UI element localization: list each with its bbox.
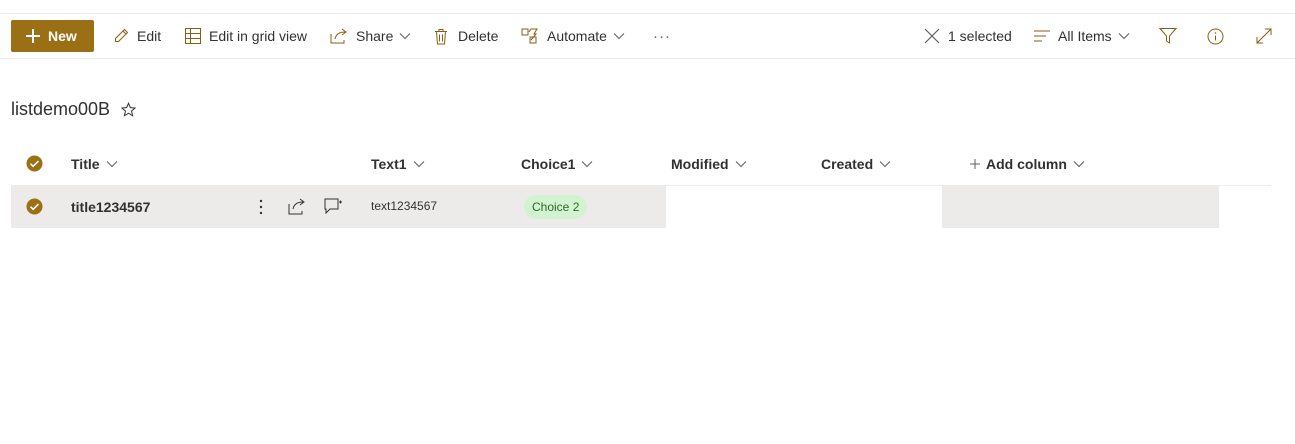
column-header-modified-label: Modified bbox=[671, 155, 729, 172]
share-icon bbox=[330, 28, 347, 44]
edit-button[interactable]: Edit bbox=[113, 14, 161, 58]
plus-icon bbox=[970, 158, 980, 169]
more-options-icon[interactable] bbox=[256, 197, 266, 217]
new-button-label: New bbox=[48, 28, 77, 44]
share-icon[interactable] bbox=[288, 197, 306, 215]
chevron-down-icon bbox=[106, 160, 117, 167]
selected-count-label: 1 selected bbox=[948, 28, 1012, 44]
expand-icon bbox=[1256, 28, 1272, 44]
share-button-label: Share bbox=[356, 28, 394, 44]
view-list-icon bbox=[1034, 30, 1050, 42]
column-header-choice1-label: Choice1 bbox=[521, 155, 576, 172]
edit-button-label: Edit bbox=[137, 28, 162, 44]
column-header-title-label: Title bbox=[71, 155, 100, 172]
chevron-down-icon bbox=[735, 160, 746, 167]
filter-icon bbox=[1159, 28, 1177, 44]
chevron-down-icon bbox=[1073, 160, 1085, 167]
edit-grid-view-label: Edit in grid view bbox=[209, 28, 308, 44]
share-button[interactable]: Share bbox=[330, 14, 411, 58]
info-icon bbox=[1207, 28, 1224, 44]
new-button[interactable]: New bbox=[11, 20, 94, 52]
chevron-down-icon bbox=[582, 160, 593, 167]
chevron-down-icon bbox=[1118, 33, 1130, 40]
info-button[interactable] bbox=[1207, 14, 1224, 58]
trash-icon bbox=[435, 28, 447, 44]
list-header: Title Text1 Choice1 Modified Created Add… bbox=[11, 142, 1271, 186]
chevron-down-icon bbox=[613, 33, 625, 40]
column-header-text1[interactable]: Text1 bbox=[371, 142, 425, 185]
row-checkbox[interactable] bbox=[26, 198, 43, 215]
view-switcher[interactable]: All Items bbox=[1034, 14, 1130, 58]
table-row[interactable]: title1234567 text1234567 Choice 2 bbox=[11, 186, 1271, 228]
select-all-checkbox[interactable] bbox=[26, 155, 43, 172]
column-header-created[interactable]: Created bbox=[821, 142, 891, 185]
row-text1-value: text1234567 bbox=[371, 199, 438, 213]
delete-button-label: Delete bbox=[458, 28, 499, 44]
list-title-row: listdemo00B bbox=[11, 96, 137, 122]
view-switcher-label: All Items bbox=[1058, 28, 1112, 44]
row-selected-background bbox=[942, 186, 1219, 228]
expand-button[interactable] bbox=[1256, 14, 1272, 58]
automate-icon bbox=[521, 28, 538, 44]
chevron-down-icon bbox=[400, 33, 411, 40]
comment-icon[interactable] bbox=[324, 197, 343, 215]
column-header-text1-label: Text1 bbox=[371, 155, 407, 172]
more-button[interactable]: ··· bbox=[653, 14, 671, 58]
add-column-label: Add column bbox=[986, 155, 1067, 172]
star-icon[interactable] bbox=[121, 101, 137, 117]
grid-icon bbox=[185, 28, 201, 44]
chevron-down-icon bbox=[413, 160, 424, 167]
column-header-title[interactable]: Title bbox=[71, 142, 118, 185]
page-title: listdemo00B bbox=[11, 98, 111, 119]
command-bar: New Edit Edit in grid view Share Delete … bbox=[0, 14, 1295, 59]
edit-grid-view-button[interactable]: Edit in grid view bbox=[185, 14, 307, 58]
column-header-modified[interactable]: Modified bbox=[671, 142, 747, 185]
clear-selection-button[interactable]: 1 selected bbox=[924, 14, 1012, 58]
more-label: ··· bbox=[653, 27, 671, 45]
filter-button[interactable] bbox=[1159, 14, 1177, 58]
automate-button-label: Automate bbox=[547, 28, 607, 44]
plus-icon bbox=[26, 29, 40, 43]
pencil-icon bbox=[115, 28, 129, 42]
close-icon bbox=[924, 28, 940, 44]
add-column-button[interactable]: Add column bbox=[970, 142, 1085, 185]
delete-button[interactable]: Delete bbox=[434, 14, 498, 58]
row-title-link[interactable]: title1234567 bbox=[71, 186, 150, 228]
choice-pill: Choice 2 bbox=[524, 195, 588, 219]
automate-button[interactable]: Automate bbox=[521, 14, 625, 58]
column-header-created-label: Created bbox=[821, 155, 874, 172]
column-header-choice1[interactable]: Choice1 bbox=[521, 142, 593, 185]
chevron-down-icon bbox=[879, 160, 891, 167]
